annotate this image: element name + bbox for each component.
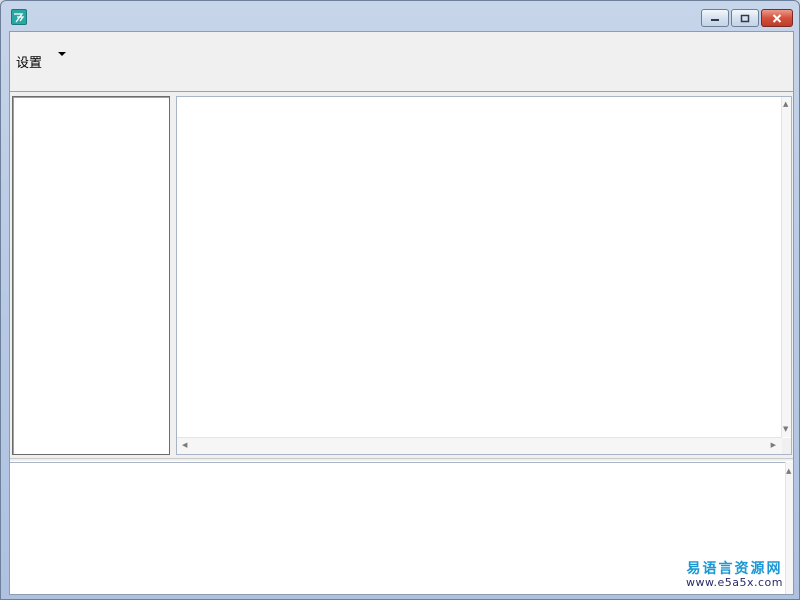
scroll-up-icon[interactable]: ▲	[783, 101, 788, 108]
watermark-url: www.e5a5x.com	[686, 576, 783, 590]
maximize-icon	[740, 14, 750, 22]
watermark-name: 易语言资源网	[686, 561, 783, 578]
bottom-vertical-scrollbar[interactable]: ▲	[785, 462, 793, 594]
minimize-icon	[711, 19, 719, 21]
maximize-button[interactable]	[731, 9, 759, 27]
scroll-corner	[782, 438, 791, 454]
settings-menu-button[interactable]: 设置	[16, 50, 66, 72]
bottom-output-panel[interactable]	[10, 462, 786, 594]
scroll-up-icon[interactable]: ▲	[786, 468, 791, 475]
settings-menu-label: 设置	[16, 55, 43, 71]
minimize-button[interactable]	[701, 9, 729, 27]
close-button[interactable]	[761, 9, 793, 27]
main-horizontal-scrollbar[interactable]: ◀ ▶	[177, 437, 782, 454]
scroll-left-icon[interactable]: ◀	[182, 442, 187, 449]
client-area: 设置 ▲ ▼ ◀ ▶ ▲ 易语言资源网 www.e5a5x.com	[9, 31, 794, 595]
scroll-down-icon[interactable]: ▼	[783, 426, 788, 433]
title-bar[interactable]	[1, 1, 799, 31]
left-tree-panel[interactable]	[12, 96, 170, 455]
close-icon	[772, 13, 782, 23]
main-content-panel[interactable]: ▲ ▼ ◀ ▶	[176, 96, 792, 455]
app-window: 设置 ▲ ▼ ◀ ▶ ▲ 易语言资源网 www.e5a5x.com	[0, 0, 800, 600]
chevron-down-icon[interactable]	[58, 52, 66, 56]
scroll-right-icon[interactable]: ▶	[771, 442, 776, 449]
site-watermark: 易语言资源网 www.e5a5x.com	[686, 561, 783, 590]
app-stripe-icon[interactable]	[11, 9, 27, 25]
window-controls	[701, 9, 793, 27]
toolbar: 设置	[10, 32, 793, 92]
main-vertical-scrollbar[interactable]: ▲ ▼	[781, 97, 791, 437]
